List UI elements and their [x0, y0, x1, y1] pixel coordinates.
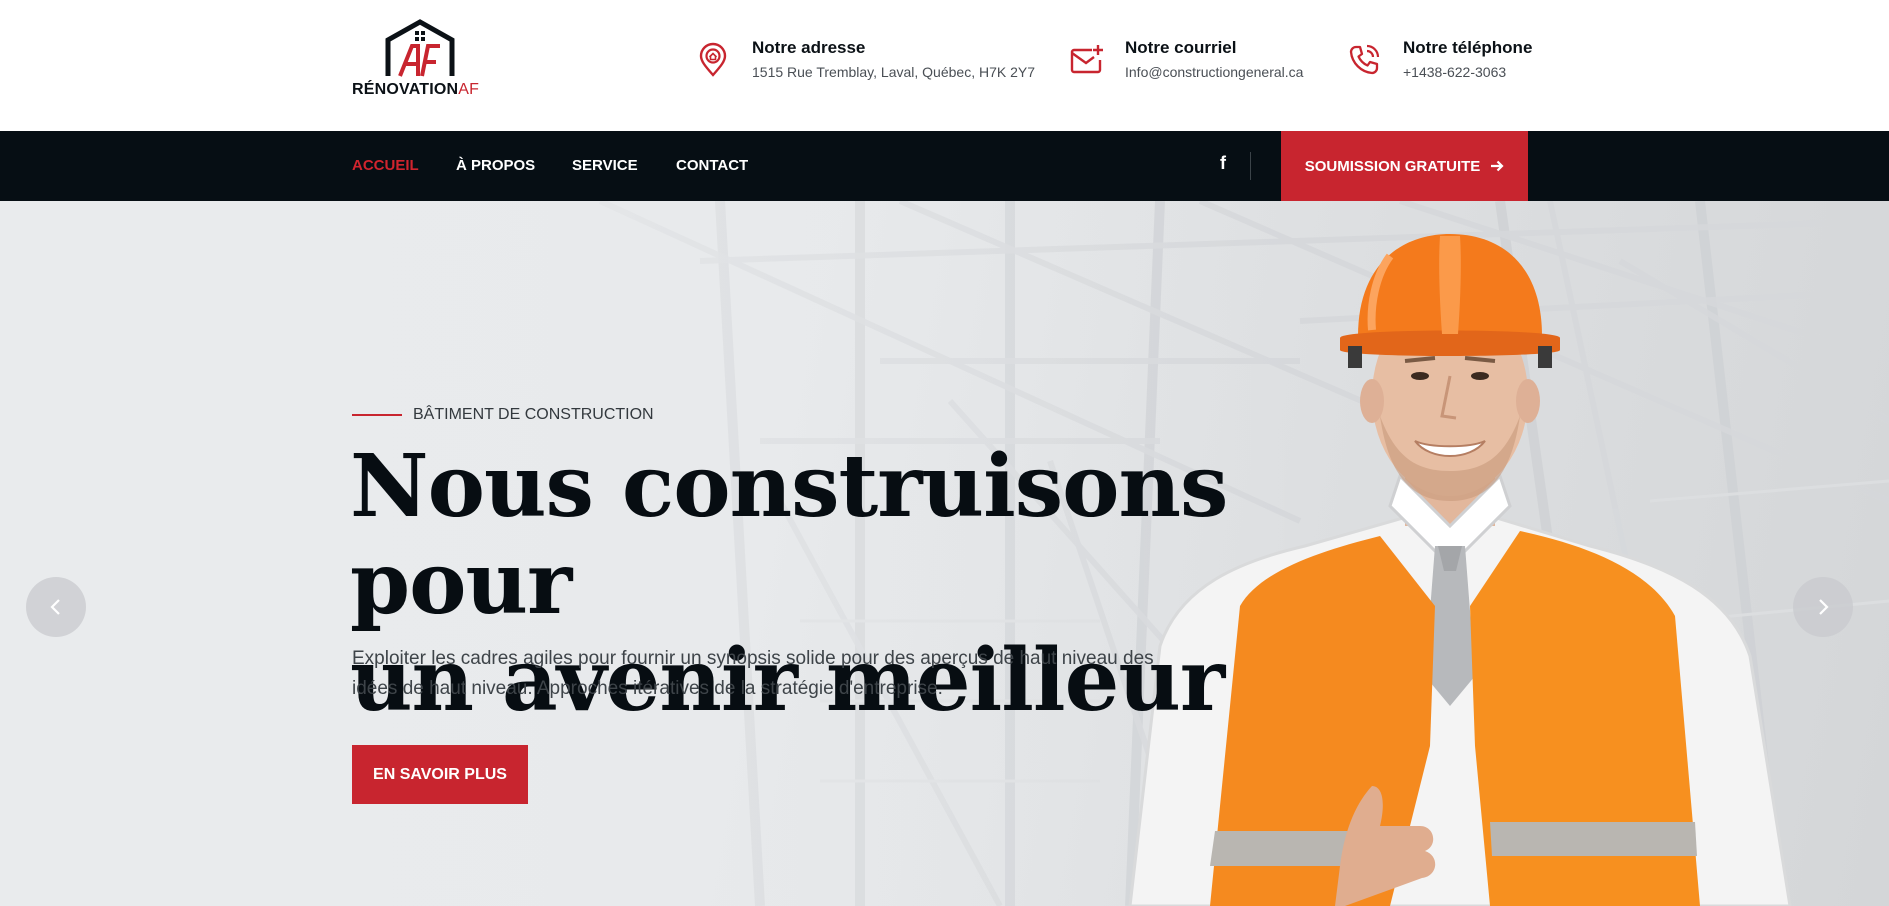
arrow-right-icon [1491, 160, 1504, 172]
hero-subtitle-text: BÂTIMENT DE CONSTRUCTION [413, 406, 654, 423]
main-nav: ACCUEIL À PROPOS SERVICE CONTACT f SOUMI… [0, 131, 1889, 201]
house-logo-icon [385, 19, 455, 77]
phone-value[interactable]: +1438-622-3063 [1403, 64, 1506, 80]
brand-name-accent: AF [458, 81, 480, 98]
contact-address: Notre adresse 1515 Rue Tremblay, Laval, … [695, 38, 1035, 88]
hero-title-line1: Nous construisons pour [350, 436, 1228, 634]
nav-item-a-propos[interactable]: À PROPOS [456, 157, 535, 174]
location-pin-icon [699, 42, 727, 77]
slider-prev-button[interactable] [26, 577, 86, 637]
slider-next-button[interactable] [1793, 577, 1853, 637]
chevron-right-icon [1819, 599, 1829, 615]
chevron-left-icon [50, 599, 60, 615]
nav-divider [1250, 152, 1251, 180]
phone-ringing-icon [1349, 44, 1380, 75]
brand-name: RÉNOVATIONAF [352, 81, 479, 99]
phone-label: Notre téléphone [1403, 38, 1533, 57]
nav-item-accueil[interactable]: ACCUEIL [352, 157, 419, 174]
email-label: Notre courriel [1125, 38, 1237, 57]
address-value: 1515 Rue Tremblay, Laval, Québec, H7K 2Y… [752, 64, 1036, 80]
brand-logo[interactable]: RÉNOVATIONAF [352, 18, 492, 102]
top-header: RÉNOVATIONAF Notre adresse 1515 Rue Trem… [0, 0, 1889, 131]
free-quote-label: SOUMISSION GRATUITE [1304, 157, 1481, 175]
contact-email: Notre courriel Info@constructiongeneral.… [1068, 38, 1328, 88]
hero-description: Exploiter les cadres agiles pour fournir… [352, 648, 1154, 699]
nav-item-service[interactable]: SERVICE [572, 157, 638, 174]
facebook-icon[interactable]: f [1212, 153, 1234, 179]
brand-name-main: RÉNOVATION [352, 81, 459, 98]
nav-item-contact[interactable]: CONTACT [676, 157, 748, 174]
hero-slider: BÂTIMENT DE CONSTRUCTION Nous construiso… [0, 201, 1889, 906]
free-quote-button[interactable]: SOUMISSION GRATUITE [1281, 131, 1528, 201]
mail-plus-icon [1070, 45, 1103, 74]
email-value[interactable]: Info@constructiongeneral.ca [1125, 64, 1303, 80]
subtitle-accent-line [352, 414, 402, 416]
address-label: Notre adresse [752, 38, 866, 57]
learn-more-button[interactable]: EN SAVOIR PLUS [352, 745, 528, 804]
contact-phone: Notre téléphone +1438-622-3063 [1346, 38, 1536, 88]
